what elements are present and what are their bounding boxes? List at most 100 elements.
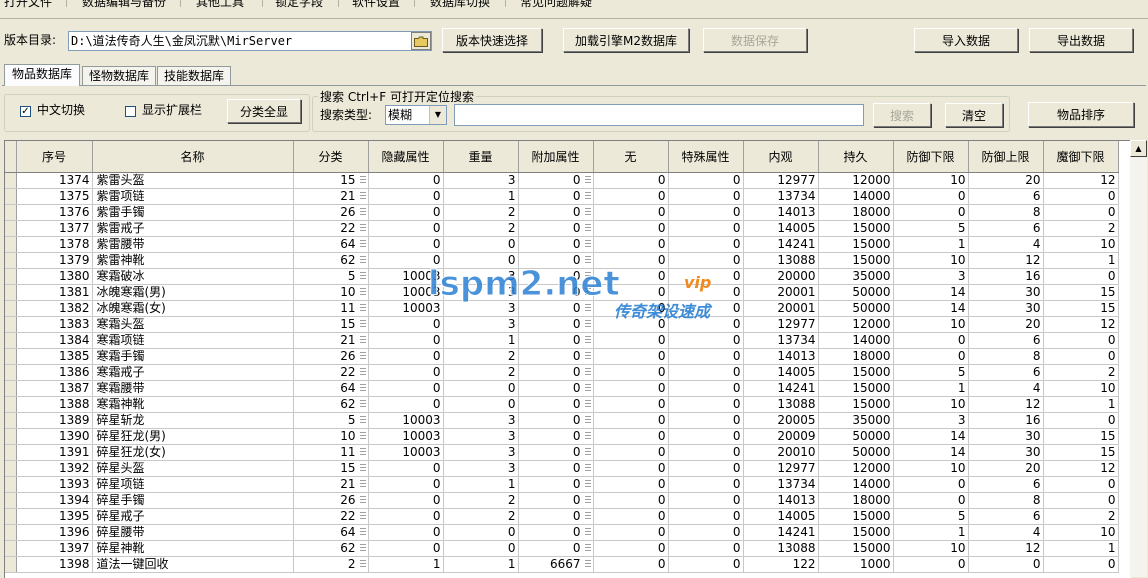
table-cell[interactable]: 0 xyxy=(518,460,594,477)
table-cell[interactable]: 1 xyxy=(443,188,519,205)
table-cell[interactable]: 1398 xyxy=(16,556,93,573)
table-cell[interactable]: 12977 xyxy=(743,460,819,477)
chinese-toggle-checkbox[interactable]: ✓ xyxy=(20,106,31,117)
table-cell[interactable]: 64 xyxy=(293,236,369,253)
table-cell[interactable]: 0 xyxy=(668,492,744,509)
table-cell[interactable]: 14 xyxy=(893,428,969,445)
table-cell[interactable]: 15 xyxy=(293,172,369,189)
table-cell[interactable]: 道法一键回收 xyxy=(92,556,294,573)
table-cell[interactable]: 1393 xyxy=(16,476,93,493)
table-cell[interactable]: 0 xyxy=(518,540,594,557)
row-indicator[interactable] xyxy=(5,364,17,381)
table-cell[interactable]: 0 xyxy=(443,396,519,413)
table-cell[interactable]: 26 xyxy=(293,492,369,509)
row-indicator[interactable] xyxy=(5,204,17,221)
table-row[interactable]: 1388 寒霜神靴 62 0 0 0 0 0 13088 15000 10 12 1 xyxy=(5,396,1119,413)
table-cell[interactable]: 13734 xyxy=(743,476,819,493)
table-cell[interactable]: 1392 xyxy=(16,460,93,477)
table-row[interactable]: 1391 碎星狂龙(女) 11 10003 3 0 0 0 20010 50000 14 30 15 xyxy=(5,444,1119,461)
column-header[interactable]: 持久 xyxy=(818,141,894,173)
table-cell[interactable]: 35000 xyxy=(818,268,894,285)
table-cell[interactable]: 0 xyxy=(668,556,744,573)
table-cell[interactable]: 0 xyxy=(518,220,594,237)
table-cell[interactable]: 5 xyxy=(893,508,969,525)
table-cell[interactable]: 碎星腰带 xyxy=(92,524,294,541)
table-cell[interactable]: 20001 xyxy=(743,300,819,317)
table-cell[interactable]: 0 xyxy=(518,364,594,381)
column-header[interactable]: 防御上限 xyxy=(968,141,1044,173)
table-cell[interactable]: 0 xyxy=(668,348,744,365)
table-cell[interactable]: 12 xyxy=(1043,316,1119,333)
table-cell[interactable]: 0 xyxy=(668,380,744,397)
search-input[interactable] xyxy=(454,104,864,126)
table-cell[interactable]: 14013 xyxy=(743,348,819,365)
table-cell[interactable]: 6 xyxy=(968,188,1044,205)
table-cell[interactable]: 12 xyxy=(1043,460,1119,477)
table-row[interactable]: 1380 寒霜破冰 5 10003 3 0 0 0 20000 35000 3 16 0 xyxy=(5,268,1119,285)
menu-item-settings[interactable]: 软件设置 xyxy=(352,0,400,9)
table-cell[interactable]: 10 xyxy=(1043,524,1119,541)
table-cell[interactable]: 11 xyxy=(293,300,369,317)
tab-item-db[interactable]: 物品数据库 xyxy=(4,64,80,86)
menu-item-faq[interactable]: 常见问题解疑 xyxy=(520,0,592,9)
table-row[interactable]: 1393 碎星项链 21 0 1 0 0 0 13734 14000 0 6 0 xyxy=(5,476,1119,493)
table-cell[interactable]: 0 xyxy=(1043,204,1119,221)
table-cell[interactable]: 2 xyxy=(443,364,519,381)
table-cell[interactable]: 3 xyxy=(443,444,519,461)
table-cell[interactable]: 14013 xyxy=(743,204,819,221)
table-cell[interactable]: 12977 xyxy=(743,172,819,189)
folder-browse-button[interactable] xyxy=(411,32,431,50)
table-cell[interactable]: 0 xyxy=(518,172,594,189)
table-cell[interactable]: 3 xyxy=(443,268,519,285)
table-cell[interactable]: 0 xyxy=(668,300,744,317)
table-cell[interactable]: 8 xyxy=(968,348,1044,365)
table-cell[interactable]: 62 xyxy=(293,252,369,269)
table-cell[interactable]: 0 xyxy=(668,428,744,445)
row-indicator[interactable] xyxy=(5,412,17,429)
table-cell[interactable]: 6 xyxy=(968,364,1044,381)
save-data-button[interactable]: 数据保存 xyxy=(703,28,807,52)
table-cell[interactable]: 5 xyxy=(293,268,369,285)
table-cell[interactable]: 12000 xyxy=(818,316,894,333)
search-type-select[interactable]: 模糊 ▼ xyxy=(385,105,447,125)
menu-item-db-switch[interactable]: 数据库切换 xyxy=(430,0,490,9)
table-cell[interactable]: 1 xyxy=(1043,540,1119,557)
table-cell[interactable]: 1394 xyxy=(16,492,93,509)
table-cell[interactable]: 50000 xyxy=(818,428,894,445)
column-header[interactable]: 特殊属性 xyxy=(668,141,744,173)
table-cell[interactable]: 0 xyxy=(1043,188,1119,205)
row-indicator[interactable] xyxy=(5,540,17,557)
table-cell[interactable]: 14 xyxy=(893,284,969,301)
table-cell[interactable]: 0 xyxy=(668,284,744,301)
table-cell[interactable]: 2 xyxy=(443,204,519,221)
table-cell[interactable]: 0 xyxy=(593,444,669,461)
row-indicator[interactable] xyxy=(5,524,17,541)
table-cell[interactable]: 0 xyxy=(368,476,444,493)
sort-items-button[interactable]: 物品排序 xyxy=(1028,102,1134,127)
table-cell[interactable]: 12000 xyxy=(818,460,894,477)
table-row[interactable]: 1377 紫雷戒子 22 0 2 0 0 0 14005 15000 5 6 2 xyxy=(5,220,1119,237)
scroll-up-arrow-icon[interactable]: ▲ xyxy=(1130,140,1147,157)
table-cell[interactable]: 10003 xyxy=(368,284,444,301)
table-cell[interactable]: 0 xyxy=(518,284,594,301)
row-indicator[interactable] xyxy=(5,188,17,205)
row-indicator[interactable] xyxy=(5,460,17,477)
table-cell[interactable]: 26 xyxy=(293,348,369,365)
table-cell[interactable]: 1 xyxy=(443,556,519,573)
table-cell[interactable]: 64 xyxy=(293,524,369,541)
table-cell[interactable]: 0 xyxy=(368,332,444,349)
table-cell[interactable]: 10 xyxy=(893,172,969,189)
table-cell[interactable]: 15000 xyxy=(818,396,894,413)
table-cell[interactable]: 62 xyxy=(293,540,369,557)
show-all-categories-button[interactable]: 分类全显 xyxy=(227,99,301,123)
table-row[interactable]: 1382 冰魄寒霜(女) 11 10003 3 0 0 0 20001 50000 14 30 15 xyxy=(5,300,1119,317)
table-cell[interactable]: 3 xyxy=(443,172,519,189)
table-cell[interactable]: 0 xyxy=(368,460,444,477)
table-cell[interactable]: 22 xyxy=(293,508,369,525)
table-cell[interactable]: 10003 xyxy=(368,412,444,429)
table-cell[interactable]: 紫雷戒子 xyxy=(92,220,294,237)
table-cell[interactable]: 14013 xyxy=(743,492,819,509)
table-cell[interactable]: 64 xyxy=(293,380,369,397)
column-header[interactable]: 无 xyxy=(593,141,669,173)
table-cell[interactable]: 14005 xyxy=(743,508,819,525)
